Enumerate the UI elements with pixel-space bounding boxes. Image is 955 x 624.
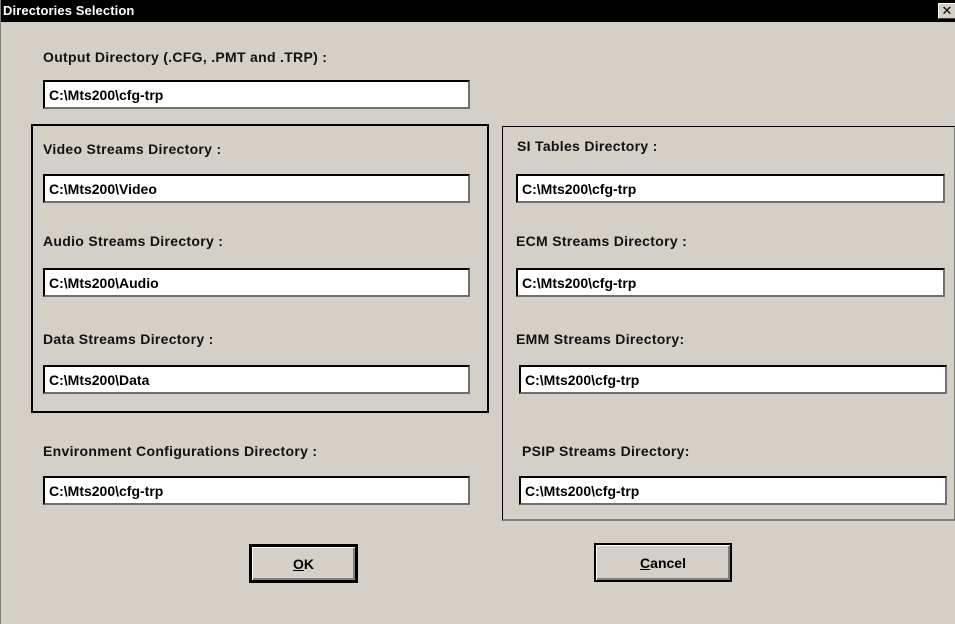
environment-config-field[interactable]: C:\Mts200\cfg-trp bbox=[43, 476, 470, 505]
psip-streams-field[interactable]: C:\Mts200\cfg-trp bbox=[519, 476, 947, 505]
emm-streams-label: EMM Streams Directory: bbox=[516, 331, 685, 347]
close-icon[interactable]: ✕ bbox=[938, 3, 955, 19]
audio-streams-field[interactable]: C:\Mts200\Audio bbox=[43, 268, 470, 297]
si-tables-field[interactable]: C:\Mts200\cfg-trp bbox=[516, 174, 945, 203]
psip-streams-label: PSIP Streams Directory: bbox=[522, 443, 690, 459]
directories-selection-dialog: Directories Selection ✕ Output Directory… bbox=[0, 0, 955, 624]
output-directory-label: Output Directory (.CFG, .PMT and .TRP) : bbox=[43, 49, 328, 65]
cancel-mnemonic: C bbox=[640, 554, 651, 571]
ok-button[interactable]: OK bbox=[249, 544, 358, 583]
video-streams-label: Video Streams Directory : bbox=[43, 141, 222, 157]
environment-config-label: Environment Configurations Directory : bbox=[43, 443, 318, 459]
cancel-button[interactable]: Cancel bbox=[594, 543, 732, 582]
output-directory-field[interactable]: C:\Mts200\cfg-trp bbox=[43, 80, 470, 109]
si-tables-label: SI Tables Directory : bbox=[517, 138, 658, 154]
audio-streams-label: Audio Streams Directory : bbox=[43, 233, 224, 249]
ecm-streams-field[interactable]: C:\Mts200\cfg-trp bbox=[516, 268, 945, 297]
ok-mnemonic: O bbox=[292, 555, 304, 572]
data-streams-field[interactable]: C:\Mts200\Data bbox=[43, 365, 470, 394]
video-streams-field[interactable]: C:\Mts200\Video bbox=[43, 174, 470, 203]
title-bar: Directories Selection ✕ bbox=[1, 0, 955, 22]
ecm-streams-label: ECM Streams Directory : bbox=[516, 233, 688, 249]
cancel-label-rest: ancel bbox=[650, 554, 686, 571]
ok-label-rest: K bbox=[303, 555, 314, 572]
data-streams-label: Data Streams Directory : bbox=[43, 331, 214, 347]
window-title: Directories Selection bbox=[3, 3, 135, 18]
emm-streams-field[interactable]: C:\Mts200\cfg-trp bbox=[519, 365, 947, 394]
